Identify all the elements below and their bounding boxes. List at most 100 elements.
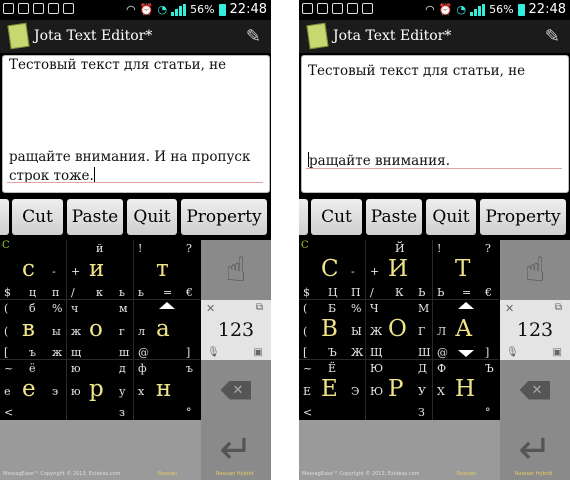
key-swipe-char: Г <box>418 325 426 338</box>
letter-key[interactable]: Н Ф Ъ Х ° <box>433 360 499 420</box>
copyright-text: MessagEase™ Copyright © 2013, Exideas.co… <box>302 471 420 477</box>
key-main-letter: О <box>388 316 407 342</box>
backspace-key[interactable]: ✕ <box>500 360 570 420</box>
text-editor[interactable]: Тестовый текст для статьи, не ращайте вн… <box>2 55 270 193</box>
key-main-letter: Р <box>388 376 404 402</box>
letter-key[interactable]: е ~ ё е э < <box>0 360 66 420</box>
settings-notification-icon <box>3 3 14 14</box>
letter-key[interactable]: И Й + / К Ь <box>366 240 432 300</box>
letter-key[interactable]: Е ~ Ё Е Э < <box>299 360 365 420</box>
editor-line-2: ращайте внимания. И на пропуск <box>9 149 251 165</box>
app-notepad-icon[interactable] <box>7 22 30 50</box>
letter-key[interactable]: С - $ Ц П C <box>299 240 365 300</box>
key-swipe-char: Ъ <box>485 362 494 375</box>
key-swipe-char: Ш <box>418 346 431 359</box>
property-button[interactable]: Property <box>181 199 267 235</box>
keyboard-footer: MessagEase™ Copyright © 2013, Exideas.co… <box>0 468 271 480</box>
letter-key[interactable]: рю д ю уз <box>67 360 133 420</box>
gesture-hand-key[interactable]: ☝ <box>201 240 271 300</box>
key-swipe-char: Ю <box>370 362 384 375</box>
key-swipe-char: ё <box>29 362 36 375</box>
numpad-key[interactable]: ✕ ⧉ 123 🎙 ▣ <box>201 300 271 360</box>
letter-key[interactable]: н ф ъ х ° <box>134 360 200 420</box>
key-swipe-char: к <box>96 286 103 299</box>
camera-notification-icon <box>18 3 29 14</box>
download-check-icon <box>362 3 373 14</box>
letter-key[interactable]: РЮ Д Ю УЗ <box>366 360 432 420</box>
key-divider <box>432 240 433 420</box>
key-swipe-char: ~ <box>4 362 14 375</box>
letter-key[interactable]: оч м ж г щ ш <box>67 300 133 360</box>
battery-percent: 56% <box>489 3 514 16</box>
key-swipe-char: щ <box>71 346 82 359</box>
key-swipe-char: ь <box>138 286 144 299</box>
key-swipe-char: ( <box>303 302 308 315</box>
app-title: Jota Text Editor* <box>34 28 153 44</box>
compose-indicator: C <box>2 240 10 251</box>
key-swipe-char: Е <box>303 385 312 398</box>
quit-button[interactable]: Quit <box>127 199 177 235</box>
key-swipe-char: г <box>119 325 125 338</box>
letter-key[interactable]: В (Б% (Ы [Ъ Ж <box>299 300 365 360</box>
letter-key[interactable]: ОЧ М Ж Г Щ Ш <box>366 300 432 360</box>
edit-pencil-icon[interactable]: ✎ <box>246 26 261 47</box>
mic-icon: 🎙 <box>506 347 519 358</box>
settings-notification-icon <box>302 3 313 14</box>
copy-icon: ⧉ <box>554 302 562 313</box>
editor-line-1: Тестовый текст для статьи, не <box>9 57 227 73</box>
paste-button[interactable]: Paste <box>366 199 422 235</box>
letter-key[interactable]: и й + / к ь <box>67 240 133 300</box>
key-swipe-char: ж <box>52 346 63 359</box>
app-notepad-icon[interactable] <box>306 22 329 50</box>
action-bar: Jota Text Editor* ✎ <box>0 20 271 53</box>
line-rule <box>306 168 562 169</box>
key-swipe-char: % <box>52 302 63 315</box>
mode-label: Russian Hybrid <box>515 471 553 477</box>
backspace-key[interactable]: ✕ <box>201 360 271 420</box>
key-swipe-char: ( <box>4 302 9 315</box>
key-divider <box>299 359 499 360</box>
key-swipe-char: Ф <box>437 362 447 375</box>
shift-up-arrow-icon <box>458 302 474 309</box>
battery-icon <box>517 3 525 16</box>
compose-indicator: C <box>301 240 309 251</box>
key-main-letter: а <box>156 316 170 342</box>
letter-key[interactable]: А Л @] <box>433 300 499 360</box>
edit-pencil-icon[interactable]: ✎ <box>545 26 560 47</box>
key-swipe-char: ? <box>186 242 192 255</box>
numpad-key[interactable]: ✕ ⧉ 123 🎙 ▣ <box>500 300 570 360</box>
key-main-letter: И <box>388 256 409 282</box>
text-editor[interactable]: Тестовый текст для статьи, не ращайте вн… <box>301 55 569 193</box>
alarm-icon: ⏰ <box>139 3 154 16</box>
key-swipe-char: Д <box>418 362 427 375</box>
cut-button[interactable]: Cut <box>311 199 362 235</box>
quit-button[interactable]: Quit <box>426 199 476 235</box>
key-main-letter: Е <box>321 376 338 402</box>
letter-key[interactable]: с - $ ц п C <box>0 240 66 300</box>
hand-pointer-icon: ☝ <box>524 250 546 290</box>
cut-button[interactable]: Cut <box>12 199 63 235</box>
key-swipe-char: < <box>303 406 313 419</box>
key-main-letter: Т <box>455 256 471 282</box>
gesture-hand-key[interactable]: ☝ <box>500 240 570 300</box>
phone-screen-1: ◠ ⏰ ◔ 56% 22:48 Jota Text Editor* ✎ Тест… <box>0 0 271 480</box>
paste-button[interactable]: Paste <box>67 199 123 235</box>
numpad-label: 123 <box>217 319 255 341</box>
enter-icon: ↵ <box>518 427 552 473</box>
key-swipe-char: ы <box>52 325 61 338</box>
key-swipe-char: ° <box>485 406 491 419</box>
key-swipe-char: у <box>119 385 126 398</box>
key-swipe-char: ° <box>186 406 192 419</box>
key-swipe-char: э <box>52 385 59 398</box>
numpad-label: 123 <box>516 319 554 341</box>
messagease-keyboard: С - $ Ц П C И Й + / К Ь Т!? Ь = € В(Б%(Ы[Ъ Ж О Ч М Ж Г Щ Ш А Л @] Е ~… <box>299 240 570 480</box>
key-swipe-char: / <box>370 286 374 299</box>
app-title: Jota Text Editor* <box>333 28 452 44</box>
letter-key[interactable]: т!? ь = € <box>134 240 200 300</box>
letter-key[interactable]: Т!? Ь = € <box>433 240 499 300</box>
system-icons: ◠ ⏰ ◔ 56% 22:48 <box>126 2 267 17</box>
property-button[interactable]: Property <box>480 199 566 235</box>
letter-key[interactable]: а л @] <box>134 300 200 360</box>
key-swipe-char: ( <box>4 325 9 338</box>
letter-key[interactable]: в (б% (ы [ъ ж <box>0 300 66 360</box>
